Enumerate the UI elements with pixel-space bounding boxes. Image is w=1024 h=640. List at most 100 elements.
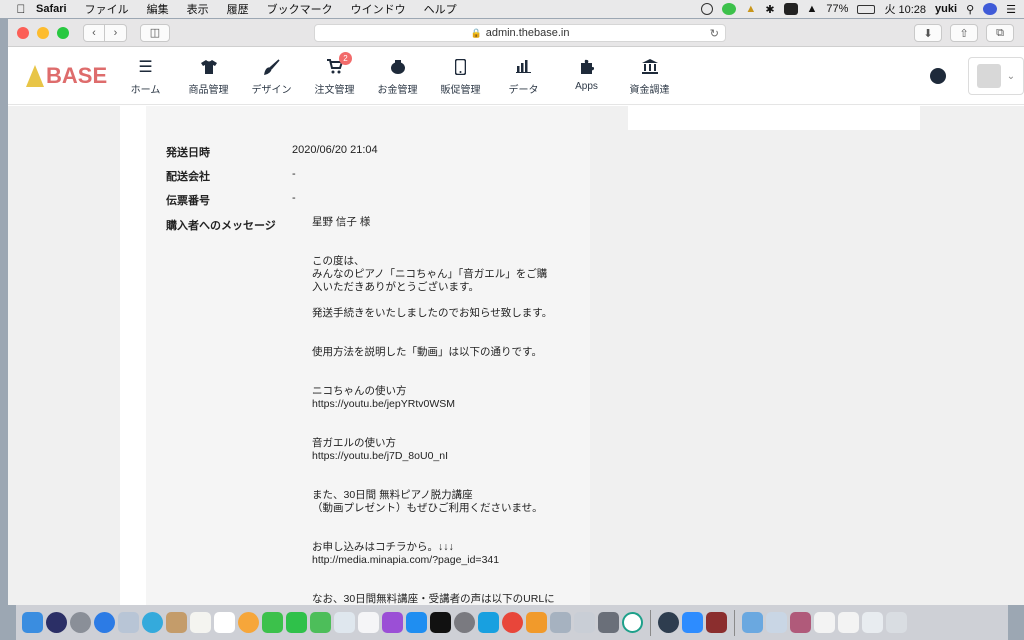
chevron-down-icon: ⌄	[1006, 70, 1016, 82]
evernote-like-icon[interactable]	[622, 612, 643, 633]
screenshot-app-icon[interactable]	[550, 612, 571, 633]
message-line: ニコちゃんの使い方	[312, 385, 407, 397]
image-stack-icon[interactable]	[790, 612, 811, 633]
siri-icon[interactable]	[983, 3, 998, 15]
menu-history[interactable]: 履歴	[218, 1, 258, 17]
podcasts-icon[interactable]	[382, 612, 403, 633]
wifi-icon[interactable]: ▲	[807, 3, 818, 15]
menu-view[interactable]: 表示	[178, 1, 218, 17]
mail-icon[interactable]	[118, 612, 139, 633]
back-button[interactable]: ‹	[83, 23, 105, 42]
forward-button[interactable]: ›	[105, 23, 127, 42]
menu-app-name[interactable]: Safari	[32, 3, 76, 15]
alpa-app-icon[interactable]	[598, 612, 619, 633]
calendar-icon[interactable]	[214, 612, 235, 633]
trash-icon[interactable]	[886, 612, 907, 633]
app-store-icon[interactable]	[406, 612, 427, 633]
battery-icon[interactable]	[857, 4, 876, 14]
orders-badge: 2	[339, 51, 352, 65]
menu-edit[interactable]: 編集	[138, 1, 178, 17]
quicktime-icon[interactable]	[658, 612, 679, 633]
minimize-window-button[interactable]	[37, 26, 49, 39]
downloads-stack-icon[interactable]	[766, 612, 787, 633]
downloads-button[interactable]: ⬇	[914, 24, 942, 42]
utility-app-icon[interactable]	[574, 612, 595, 633]
line-icon[interactable]	[722, 3, 737, 15]
warning-icon[interactable]: ▲	[745, 3, 756, 15]
nav-data[interactable]: データ	[492, 56, 555, 96]
chat-icon[interactable]	[930, 68, 946, 84]
nav-products[interactable]: 商品管理	[177, 56, 240, 96]
tabs-overview-button[interactable]: ⧉	[986, 24, 1014, 42]
launchpad-icon[interactable]	[70, 612, 91, 633]
folder-icon[interactable]	[742, 612, 763, 633]
nav-home[interactable]: ☰ ホーム	[114, 56, 177, 96]
menu-window[interactable]: ウインドウ	[342, 1, 415, 17]
message-line	[312, 333, 574, 346]
facetime-icon[interactable]	[262, 612, 283, 633]
reload-icon[interactable]: ↻	[710, 27, 719, 40]
photos-icon[interactable]	[238, 612, 259, 633]
input-source-icon[interactable]	[783, 3, 798, 15]
message-line	[312, 528, 574, 541]
share-button[interactable]: ⇧	[950, 24, 978, 42]
notes-icon[interactable]	[190, 612, 211, 633]
bluetooth-icon[interactable]: ✱	[765, 3, 774, 16]
address-bar[interactable]: 🔒 admin.thebase.in ↻	[314, 24, 726, 42]
nav-design[interactable]: デザイン	[240, 56, 303, 96]
menu-help[interactable]: ヘルプ	[415, 1, 466, 17]
shop-switcher-button[interactable]: ⌄	[968, 57, 1024, 95]
side-card	[628, 106, 920, 130]
menu-bookmarks[interactable]: ブックマーク	[258, 1, 342, 17]
zoom-icon[interactable]	[682, 612, 703, 633]
message-line	[312, 424, 574, 437]
document-stack-icon[interactable]	[814, 612, 835, 633]
sidebar-toggle-button[interactable]: ◫	[140, 23, 170, 42]
bar-chart-icon	[516, 56, 531, 78]
menu-clock[interactable]: 火 10:28	[884, 1, 926, 17]
message-line	[312, 580, 574, 593]
message-line: 入いただきありがとうございます。	[312, 281, 479, 293]
finder-icon[interactable]	[22, 612, 43, 633]
document-stack-icon-2[interactable]	[862, 612, 883, 633]
apple-menu-icon[interactable]: 	[10, 2, 32, 16]
menu-user[interactable]: yuki	[935, 3, 957, 15]
dictionary-icon[interactable]	[706, 612, 727, 633]
base-logo[interactable]: BASE	[26, 61, 107, 91]
contacts-icon[interactable]	[166, 612, 187, 633]
line-dock-icon[interactable]	[286, 612, 307, 633]
nav-promotion[interactable]: 販促管理	[429, 56, 492, 96]
safari-dock-icon[interactable]	[94, 612, 115, 633]
books-icon[interactable]	[526, 612, 547, 633]
messages-icon[interactable]	[142, 612, 163, 633]
tshirt-icon	[200, 56, 217, 78]
notification-center-icon[interactable]: ☰	[1006, 3, 1016, 16]
menu-file[interactable]: ファイル	[76, 1, 138, 17]
base-header: BASE ☰ ホーム 商品管理 デザイン 2 注文管理 お金管理 販促管理 デー…	[8, 47, 1024, 105]
skype-icon[interactable]	[478, 612, 499, 633]
numbers-icon[interactable]	[310, 612, 331, 633]
message-line	[312, 567, 574, 580]
music-icon[interactable]	[358, 612, 379, 633]
toolbar-right: ⬇ ⇧ ⧉	[914, 24, 1014, 42]
close-window-button[interactable]	[17, 26, 29, 39]
chrome-icon[interactable]	[502, 612, 523, 633]
nav-funding[interactable]: 資金調達	[618, 56, 681, 96]
message-line: お申し込みはコチラから。↓↓↓	[312, 541, 454, 553]
apple-tv-icon[interactable]	[430, 612, 451, 633]
message-line: みんなのピアノ「ニコちゃん」「音ガエル」をご購	[312, 268, 548, 280]
system-preferences-icon[interactable]	[454, 612, 475, 633]
nav-apps[interactable]: Apps	[555, 56, 618, 96]
nav-money[interactable]: お金管理	[366, 56, 429, 96]
zoom-window-button[interactable]	[57, 26, 69, 39]
siri-dock-icon[interactable]	[46, 612, 67, 633]
status-circle-icon[interactable]	[701, 3, 714, 15]
battery-percent[interactable]: 77%	[826, 3, 848, 15]
brush-icon	[263, 56, 280, 78]
message-line: 発送手続きをいたしましたのでお知らせ致します。	[312, 307, 553, 319]
nav-orders[interactable]: 2 注文管理	[303, 51, 366, 96]
preview-icon[interactable]	[334, 612, 355, 633]
safari-toolbar: ‹ › ◫ 🔒 admin.thebase.in ↻ ⬇ ⇧ ⧉	[8, 19, 1024, 47]
spreadsheet-stack-icon[interactable]	[838, 612, 859, 633]
spotlight-icon[interactable]: ⚲	[966, 3, 974, 16]
